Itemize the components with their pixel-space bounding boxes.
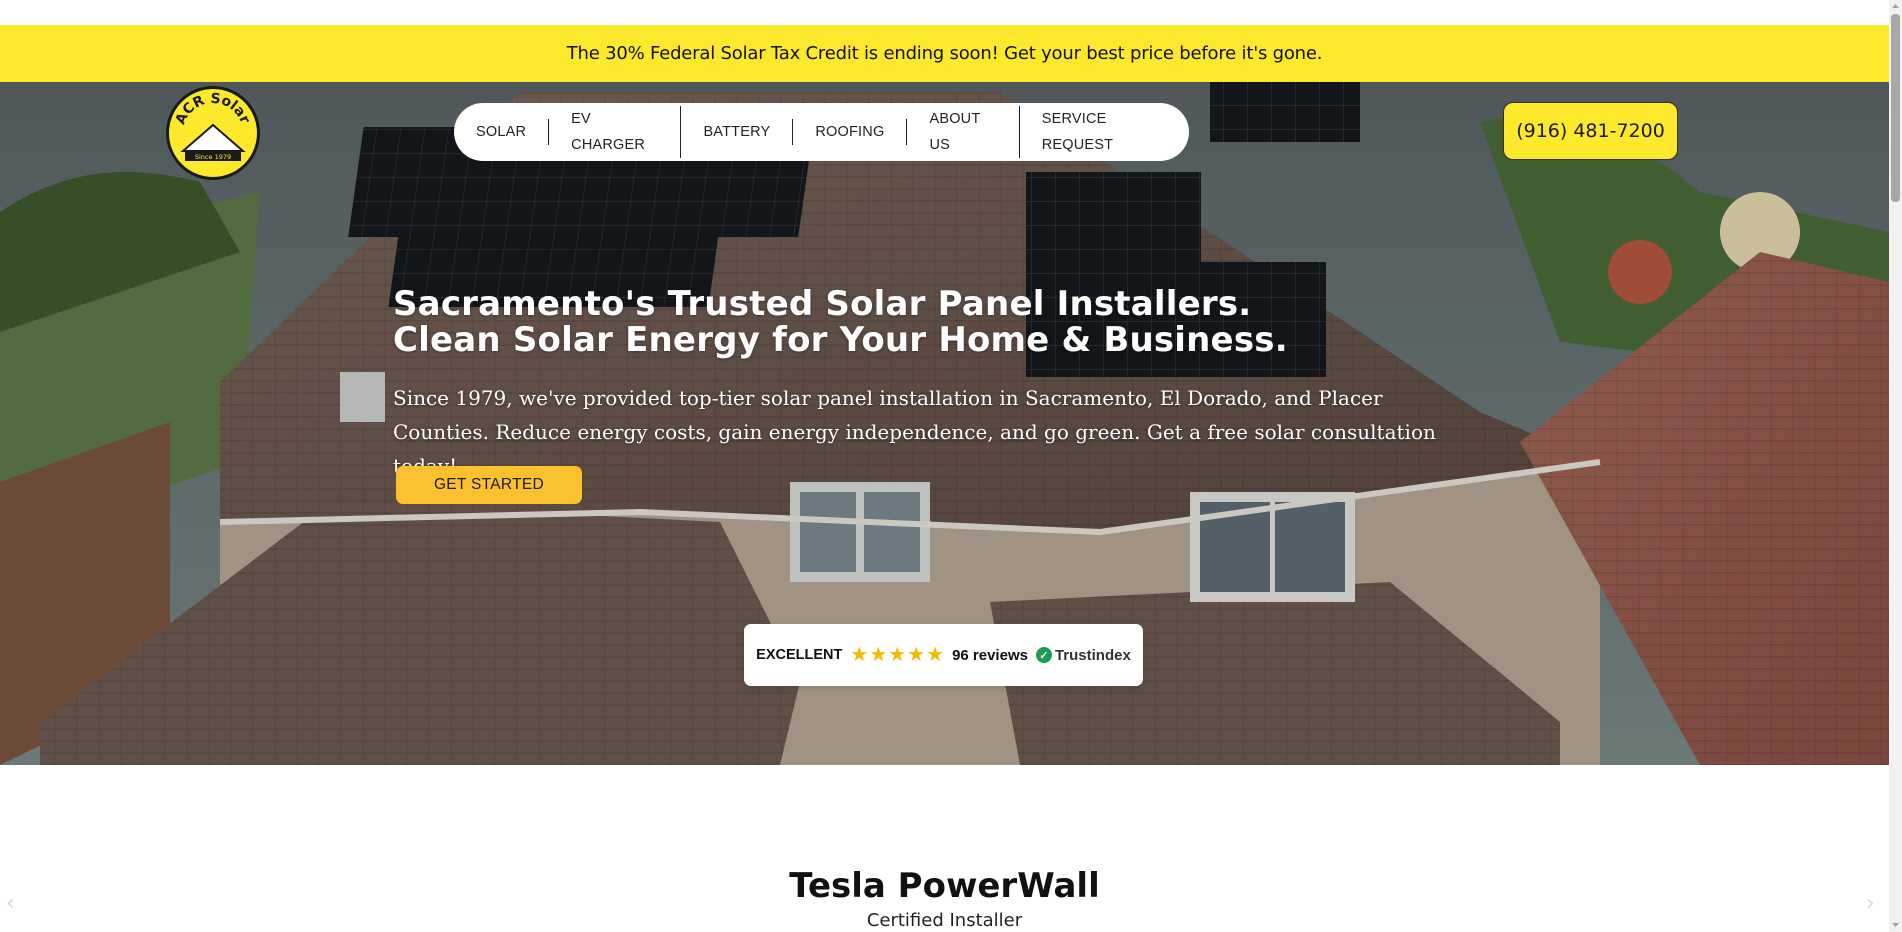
nav-item-roofing[interactable]: ROOFING — [793, 119, 908, 145]
rating-stars: ★ ★ ★ ★ ★ — [850, 645, 944, 665]
section-title: Tesla PowerWall — [789, 866, 1100, 906]
logo-brand-text: ACR Solar — [173, 91, 253, 127]
hero-headline: Sacramento's Trusted Solar Panel Install… — [393, 286, 1288, 358]
star-icon: ★ — [869, 644, 888, 666]
nav-item-solar[interactable]: SOLAR — [454, 119, 550, 145]
scroll-down-arrow-icon[interactable] — [1891, 920, 1900, 929]
page: The 30% Federal Solar Tax Credit is endi… — [0, 0, 1902, 932]
scroll-up-arrow-icon[interactable] — [1891, 2, 1900, 11]
vertical-scrollbar[interactable] — [1889, 0, 1902, 932]
star-icon: ★ — [850, 644, 869, 666]
trustindex-label: Trustindex — [1054, 646, 1131, 664]
phone-button[interactable]: (916) 481-7200 — [1503, 102, 1678, 160]
rating-label: EXCELLENT — [756, 647, 843, 663]
scrollbar-thumb[interactable] — [1891, 14, 1900, 202]
check-icon: ✓ — [1035, 647, 1052, 663]
get-started-button[interactable]: GET STARTED — [396, 466, 582, 504]
top-strip — [0, 0, 1889, 25]
acr-solar-logo[interactable]: ACR Solar Since 1979 — [166, 86, 260, 180]
nav-item-ev-charger[interactable]: EV CHARGER — [549, 106, 682, 158]
main-navigation: SOLAR EV CHARGER BATTERY ROOFING ABOUT U… — [454, 103, 1189, 161]
section-subtitle: Certified Installer — [866, 910, 1023, 931]
nav-item-battery[interactable]: BATTERY — [681, 119, 794, 145]
star-icon: ★ — [907, 644, 926, 666]
reviews-widget[interactable]: EXCELLENT ★ ★ ★ ★ ★ 96 reviews ✓ Trustin… — [744, 624, 1143, 686]
hero-headline-line-1: Sacramento's Trusted Solar Panel Install… — [393, 284, 1252, 324]
logo-mark-icon: ACR Solar Since 1979 — [173, 91, 253, 161]
review-count[interactable]: 96 reviews — [952, 647, 1028, 664]
star-icon: ★ — [888, 644, 907, 666]
trustindex-brand: ✓ Trustindex — [1035, 646, 1131, 664]
promo-banner: The 30% Federal Solar Tax Credit is endi… — [0, 25, 1889, 82]
svg-text:ACR Solar: ACR Solar — [173, 91, 253, 127]
logo-since-text: Since 1979 — [195, 153, 231, 161]
hero-headline-line-2: Clean Solar Energy for Your Home & Busin… — [393, 320, 1288, 360]
star-icon: ★ — [926, 644, 945, 666]
nav-item-service-request[interactable]: SERVICE REQUEST — [1020, 106, 1189, 158]
nav-item-about-us[interactable]: ABOUT US — [907, 106, 1020, 158]
promo-text: The 30% Federal Solar Tax Credit is endi… — [566, 43, 1323, 64]
